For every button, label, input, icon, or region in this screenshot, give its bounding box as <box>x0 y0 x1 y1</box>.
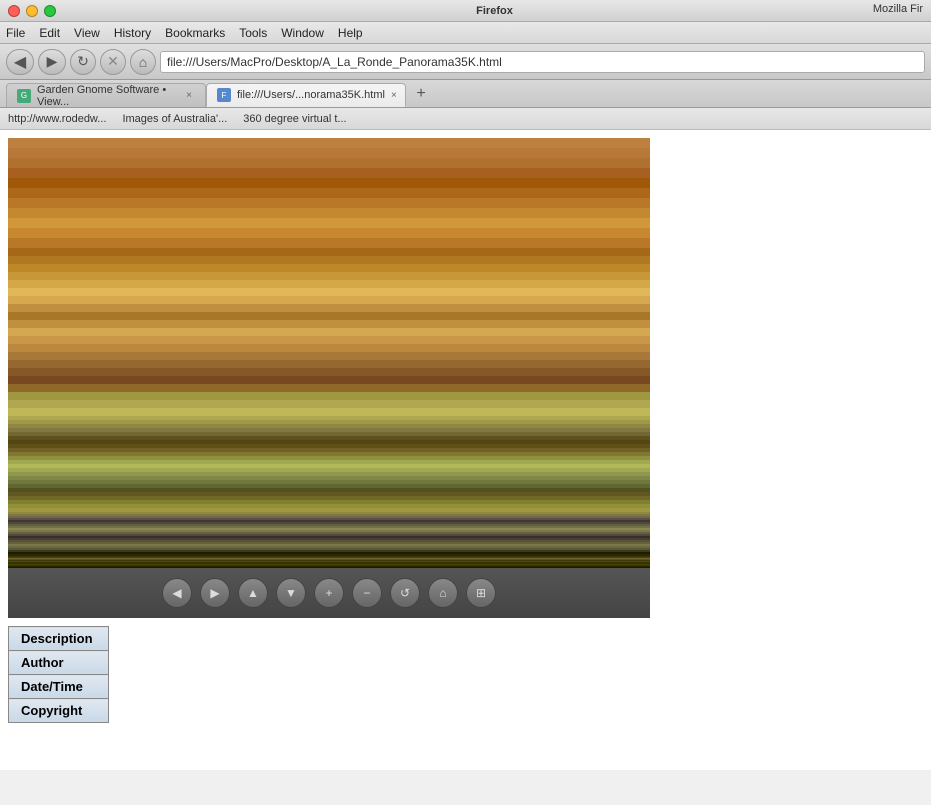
menu-bar: File Edit View History Bookmarks Tools W… <box>0 22 931 44</box>
maximize-button[interactable] <box>44 5 56 17</box>
zoom-out-button[interactable]: − <box>352 578 382 608</box>
menu-tools[interactable]: Tools <box>239 26 267 40</box>
url-text: file:///Users/MacPro/Desktop/A_La_Ronde_… <box>167 55 502 69</box>
bookmark-360-degree[interactable]: 360 degree virtual t... <box>243 113 346 125</box>
datetime-label: Date/Time <box>9 675 109 699</box>
bookmark-images-australia[interactable]: Images of Australia'... <box>122 113 227 125</box>
tilt-up-button[interactable]: ▲ <box>238 578 268 608</box>
fullscreen-button[interactable]: ⊞ <box>466 578 496 608</box>
tab-label-panorama: file:///Users/...norama35K.html <box>237 89 385 101</box>
tab-garden-gnome[interactable]: G Garden Gnome Software • View... × <box>6 83 206 107</box>
tab-favicon-garden-gnome: G <box>17 89 31 103</box>
minimize-button[interactable] <box>26 5 38 17</box>
tab-close-garden-gnome[interactable]: × <box>183 89 195 103</box>
content-area: ◀ ▶ ▲ ▼ + − ↺ ⌂ ⊞ Description Author Dat… <box>0 130 931 770</box>
tab-panorama[interactable]: F file:///Users/...norama35K.html × <box>206 83 406 107</box>
panorama-controls: ◀ ▶ ▲ ▼ + − ↺ ⌂ ⊞ <box>8 568 650 618</box>
menu-help[interactable]: Help <box>338 26 363 40</box>
menu-bookmarks[interactable]: Bookmarks <box>165 26 225 40</box>
table-row: Author <box>9 651 109 675</box>
tab-label-garden-gnome: Garden Gnome Software • View... <box>37 84 177 108</box>
menu-history[interactable]: History <box>114 26 151 40</box>
nav-bar: ◀ ▶ ↻ ✕ ⌂ file:///Users/MacPro/Desktop/A… <box>0 44 931 80</box>
url-bar[interactable]: file:///Users/MacPro/Desktop/A_La_Ronde_… <box>160 51 925 73</box>
home-button[interactable]: ⌂ <box>130 49 156 75</box>
tilt-down-button[interactable]: ▼ <box>276 578 306 608</box>
new-tab-button[interactable]: + <box>410 83 432 105</box>
bookmarks-bar: http://www.rodedw... Images of Australia… <box>0 108 931 130</box>
tab-favicon-panorama: F <box>217 88 231 102</box>
rotate-button[interactable]: ↺ <box>390 578 420 608</box>
info-table: Description Author Date/Time Copyright <box>8 626 109 723</box>
home-view-button[interactable]: ⌂ <box>428 578 458 608</box>
zoom-in-button[interactable]: + <box>314 578 344 608</box>
mozilla-label: Mozilla Fir <box>873 3 923 15</box>
bookmark-rodedw[interactable]: http://www.rodedw... <box>8 113 106 125</box>
table-row: Copyright <box>9 699 109 723</box>
pan-right-button[interactable]: ▶ <box>200 578 230 608</box>
stop-button[interactable]: ✕ <box>100 49 126 75</box>
description-label: Description <box>9 627 109 651</box>
title-bar: Firefox Mozilla Fir <box>0 0 931 22</box>
panorama-container: ◀ ▶ ▲ ▼ + − ↺ ⌂ ⊞ <box>8 138 650 618</box>
table-row: Description <box>9 627 109 651</box>
close-button[interactable] <box>8 5 20 17</box>
menu-window[interactable]: Window <box>281 26 324 40</box>
panorama-image[interactable] <box>8 138 650 568</box>
menu-file[interactable]: File <box>6 26 25 40</box>
app-title: Firefox <box>66 5 923 17</box>
back-button[interactable]: ◀ <box>6 49 34 75</box>
forward-button[interactable]: ▶ <box>38 49 66 75</box>
menu-view[interactable]: View <box>74 26 100 40</box>
pan-left-button[interactable]: ◀ <box>162 578 192 608</box>
author-label: Author <box>9 651 109 675</box>
tabs-bar: G Garden Gnome Software • View... × F fi… <box>0 80 931 108</box>
window-controls <box>8 5 56 17</box>
copyright-label: Copyright <box>9 699 109 723</box>
tab-close-panorama[interactable]: × <box>391 88 397 102</box>
table-row: Date/Time <box>9 675 109 699</box>
refresh-button[interactable]: ↻ <box>70 49 96 75</box>
menu-edit[interactable]: Edit <box>39 26 60 40</box>
